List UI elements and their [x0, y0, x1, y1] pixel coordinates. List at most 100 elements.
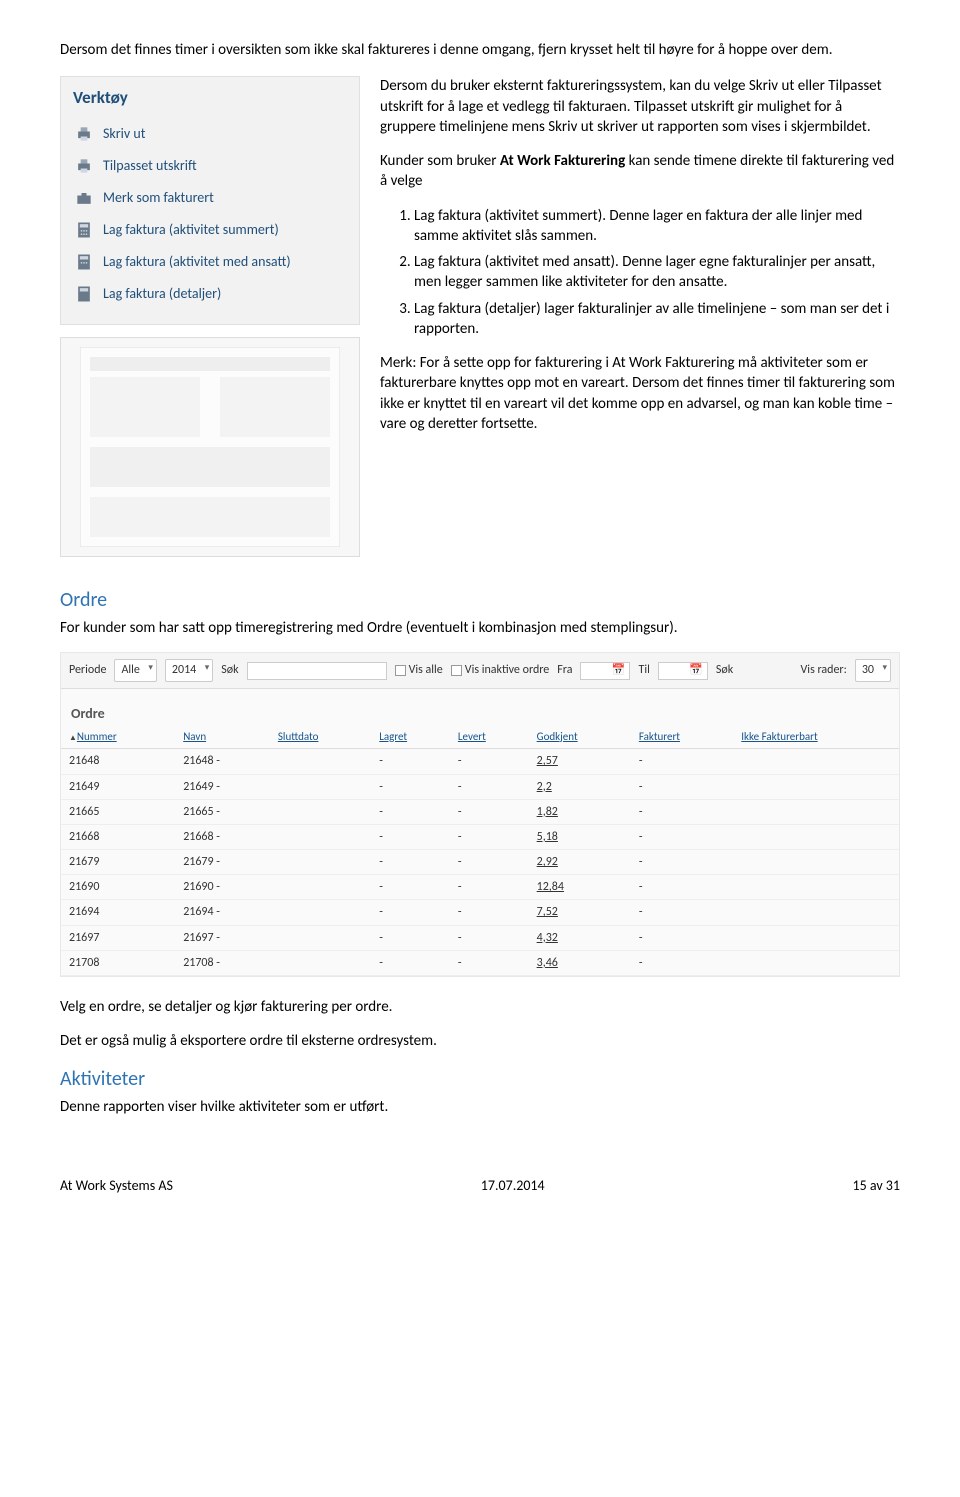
cell-lagret: -	[371, 875, 450, 900]
cell-nummer: 21690	[61, 875, 175, 900]
cell-levert: -	[450, 749, 529, 774]
year-select[interactable]: 2014	[165, 659, 213, 681]
product-name: At Work Fakturering	[500, 152, 625, 170]
cell-fakturert: -	[631, 925, 733, 950]
cell-navn: 21690 -	[175, 875, 270, 900]
col-nummer[interactable]: Nummer	[61, 726, 175, 749]
checkbox-label: Vis inaktive ordre	[465, 662, 550, 678]
invoice-options-list: Lag faktura (aktivitet summert). Denne l…	[414, 206, 900, 340]
cell-ikke-fakturerbart	[733, 850, 899, 875]
cell-lagret: -	[371, 950, 450, 975]
cell-navn: 21679 -	[175, 850, 270, 875]
footer-right: 15 av 31	[852, 1177, 900, 1196]
cell-navn: 21694 -	[175, 900, 270, 925]
paragraph-external-system: Dersom du bruker eksternt faktureringssy…	[380, 76, 900, 137]
intro-text: Dersom det finnes timer i oversikten som…	[60, 40, 900, 60]
calculator-icon	[73, 284, 95, 304]
cell-levert: -	[450, 799, 529, 824]
show-inactive-checkbox[interactable]: Vis inaktive ordre	[451, 662, 550, 678]
col-ikke-fakturerbart[interactable]: Ikke Fakturerbart	[733, 726, 899, 749]
to-date-input[interactable]: 📅	[658, 662, 708, 680]
table-row[interactable]: 2169421694 ---7,52-	[61, 900, 899, 925]
table-row[interactable]: 2167921679 ---2,92-	[61, 850, 899, 875]
aktiviteter-heading: Aktiviteter	[60, 1066, 900, 1093]
cell-nummer: 21697	[61, 925, 175, 950]
cell-navn: 21665 -	[175, 799, 270, 824]
visrader-select[interactable]: 30	[855, 659, 891, 681]
cell-levert: -	[450, 850, 529, 875]
cell-fakturert: -	[631, 850, 733, 875]
cell-levert: -	[450, 875, 529, 900]
table-header-row: Nummer Navn Sluttdato Lagret Levert Godk…	[61, 726, 899, 749]
cell-sluttdato	[270, 824, 371, 849]
periode-select[interactable]: Alle	[114, 659, 156, 681]
col-lagret[interactable]: Lagret	[371, 726, 450, 749]
col-godkjent[interactable]: Godkjent	[529, 726, 631, 749]
cell-lagret: -	[371, 824, 450, 849]
table-row[interactable]: 2164821648 ---2,57-	[61, 749, 899, 774]
cell-sluttdato	[270, 799, 371, 824]
cell-sluttdato	[270, 900, 371, 925]
cell-ikke-fakturerbart	[733, 900, 899, 925]
paragraph-note: Merk: For å sette opp for fakturering i …	[380, 353, 900, 434]
footer-left: At Work Systems AS	[60, 1177, 173, 1196]
col-navn[interactable]: Navn	[175, 726, 270, 749]
cell-godkjent: 12,84	[529, 875, 631, 900]
col-levert[interactable]: Levert	[450, 726, 529, 749]
cell-nummer: 21665	[61, 799, 175, 824]
table-row[interactable]: 2169721697 ---4,32-	[61, 925, 899, 950]
sok-button[interactable]: Søk	[716, 662, 733, 678]
tools-panel: Verktøy Skriv ut Tilpasset utskrift Merk…	[60, 76, 360, 325]
til-label: Til	[638, 662, 649, 678]
tool-label: Merk som fakturert	[103, 189, 214, 208]
cell-godkjent: 5,18	[529, 824, 631, 849]
cell-ikke-fakturerbart	[733, 950, 899, 975]
sok-label: Søk	[221, 662, 238, 678]
list-item: Lag faktura (aktivitet summert). Denne l…	[414, 206, 900, 247]
cell-sluttdato	[270, 925, 371, 950]
ordre-after-2: Det er også mulig å eksportere ordre til…	[60, 1031, 900, 1051]
tool-print[interactable]: Skriv ut	[73, 118, 347, 150]
cell-navn: 21668 -	[175, 824, 270, 849]
ordre-intro: For kunder som har satt opp timeregistre…	[60, 618, 900, 638]
search-input[interactable]	[247, 662, 387, 680]
cell-fakturert: -	[631, 950, 733, 975]
cell-navn: 21649 -	[175, 774, 270, 799]
calendar-icon: 📅	[689, 663, 703, 678]
tool-label: Lag faktura (detaljer)	[103, 285, 221, 304]
cell-nummer: 21708	[61, 950, 175, 975]
show-all-checkbox[interactable]: Vis alle	[395, 662, 443, 678]
table-row[interactable]: 2169021690 ---12,84-	[61, 875, 899, 900]
cell-lagret: -	[371, 749, 450, 774]
tool-label: Lag faktura (aktivitet med ansatt)	[103, 253, 291, 272]
cell-levert: -	[450, 925, 529, 950]
tool-mark-invoiced[interactable]: Merk som fakturert	[73, 182, 347, 214]
from-date-input[interactable]: 📅	[580, 662, 630, 680]
tool-invoice-details[interactable]: Lag faktura (detaljer)	[73, 278, 347, 310]
tool-invoice-employee[interactable]: Lag faktura (aktivitet med ansatt)	[73, 246, 347, 278]
col-fakturert[interactable]: Fakturert	[631, 726, 733, 749]
cell-fakturert: -	[631, 799, 733, 824]
paragraph-atwork-lead: Kunder som bruker At Work Fakturering ka…	[380, 151, 900, 192]
cell-navn: 21697 -	[175, 925, 270, 950]
tool-custom-print[interactable]: Tilpasset utskrift	[73, 150, 347, 182]
checkbox-label: Vis alle	[409, 662, 443, 678]
table-row[interactable]: 2166521665 ---1,82-	[61, 799, 899, 824]
table-row[interactable]: 2164921649 ---2,2-	[61, 774, 899, 799]
fra-label: Fra	[557, 662, 572, 678]
table-row[interactable]: 2166821668 ---5,18-	[61, 824, 899, 849]
cell-levert: -	[450, 774, 529, 799]
cell-sluttdato	[270, 774, 371, 799]
ordre-panel: Periode Alle 2014 Søk Vis alle Vis inakt…	[60, 652, 900, 977]
ordre-after-1: Velg en ordre, se detaljer og kjør faktu…	[60, 997, 900, 1017]
table-row[interactable]: 2170821708 ---3,46-	[61, 950, 899, 975]
aktiviteter-body: Denne rapporten viser hvilke aktiviteter…	[60, 1097, 900, 1117]
cell-nummer: 21648	[61, 749, 175, 774]
cell-nummer: 21694	[61, 900, 175, 925]
page-footer: At Work Systems AS 17.07.2014 15 av 31	[60, 1177, 900, 1196]
cell-navn: 21648 -	[175, 749, 270, 774]
calculator-icon	[73, 220, 95, 240]
col-sluttdato[interactable]: Sluttdato	[270, 726, 371, 749]
cell-lagret: -	[371, 774, 450, 799]
tool-invoice-summed[interactable]: Lag faktura (aktivitet summert)	[73, 214, 347, 246]
